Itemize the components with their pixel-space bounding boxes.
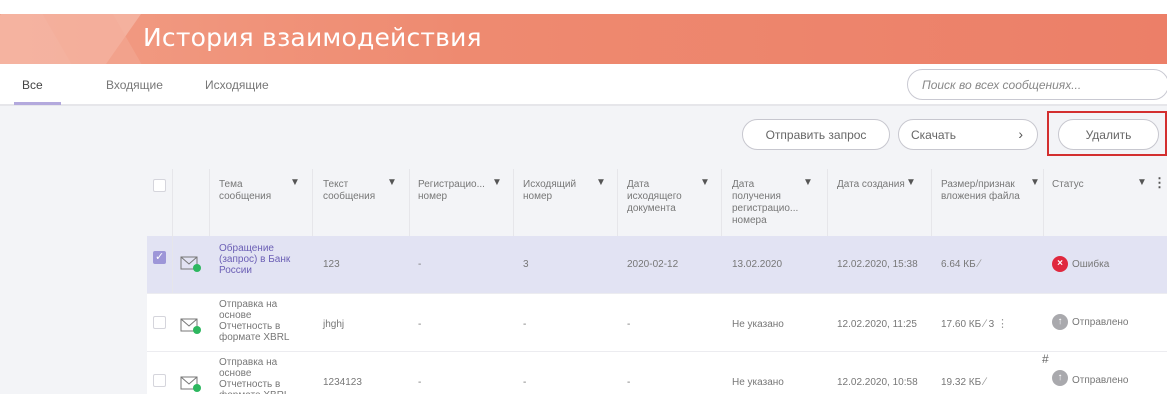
attachment-icon[interactable]: ∕ <box>984 376 986 388</box>
attachment-icon[interactable]: ∕ <box>978 258 980 270</box>
reg-number: - <box>418 259 422 270</box>
column-header-status: Статус <box>1052 179 1084 190</box>
message-subject[interactable]: Отправка на основе Отчетность в формате … <box>219 299 299 343</box>
page-title: История взаимодействия <box>143 23 482 52</box>
column-header-size: Размер/признак вложения файла <box>941 179 1020 202</box>
attachment-icon[interactable]: ∕ <box>984 318 986 330</box>
out-date: - <box>627 319 631 330</box>
delete-button[interactable]: Удалить <box>1058 119 1159 150</box>
sent-icon: ↑ <box>1052 314 1068 330</box>
reg-date: Не указано <box>732 377 784 388</box>
filter-icon[interactable]: ▼ <box>906 177 916 188</box>
envelope-icon <box>180 376 201 392</box>
filter-icon[interactable]: ▼ <box>290 177 300 188</box>
created-date: 12.02.2020, 11:25 <box>837 319 917 330</box>
message-text: 123 <box>323 259 340 270</box>
table-row[interactable]: Отправка на основе Отчетность в формате … <box>147 294 1167 352</box>
page-header: История взаимодействия <box>0 14 1167 64</box>
message-text: jhghj <box>323 319 345 330</box>
file-size: 19.32 КБ ∕ <box>941 376 986 389</box>
row-checkbox[interactable] <box>153 374 166 387</box>
out-number: - <box>523 319 527 330</box>
error-icon: × <box>1052 256 1068 272</box>
search-input[interactable] <box>907 69 1167 100</box>
status-text: Отправлено <box>1072 375 1129 386</box>
filter-icon[interactable]: ▼ <box>803 177 813 188</box>
table-row[interactable]: Отправка на основе Отчетность в формате … <box>147 352 1167 394</box>
out-date: - <box>627 377 631 388</box>
download-button[interactable]: Скачать › <box>898 119 1038 150</box>
filter-icon[interactable]: ▼ <box>492 177 502 188</box>
file-size-value: 19.32 КБ <box>941 377 982 388</box>
more-options-icon[interactable]: ⋮ <box>1153 175 1166 191</box>
envelope-icon <box>180 256 201 272</box>
row-checkbox[interactable] <box>153 316 166 329</box>
message-subject[interactable]: Отправка на основе Отчетность в формате … <box>219 357 299 394</box>
created-date: 12.02.2020, 15:38 <box>837 259 918 270</box>
column-header-out-date: Дата исходящего документа <box>627 179 682 214</box>
table-row[interactable]: Обращение (запрос) в Банк России 123 - 3… <box>147 236 1167 294</box>
out-date: 2020-02-12 <box>627 259 679 270</box>
tab-outgoing[interactable]: Исходящие <box>205 78 269 92</box>
file-size-value: 17.60 КБ <box>941 319 982 330</box>
cursor-marker: # <box>1042 352 1049 366</box>
select-all-checkbox[interactable] <box>153 179 166 192</box>
filter-icon[interactable]: ▼ <box>387 177 397 188</box>
column-header-reg-date: Дата получения регистрацио... номера <box>732 179 799 226</box>
out-number: - <box>523 377 527 388</box>
status-text: Ошибка <box>1072 259 1110 270</box>
reg-number: - <box>418 377 422 388</box>
filter-icon[interactable]: ▼ <box>700 177 710 188</box>
message-subject[interactable]: Обращение (запрос) в Банк России <box>219 243 304 276</box>
column-header-subject: Тема сообщения <box>219 179 272 202</box>
table-header: Тема сообщения ▼ Текст сообщения ▼ Регис… <box>147 169 1167 236</box>
status-text: Отправлено <box>1072 317 1129 328</box>
column-header-text: Текст сообщения <box>323 179 376 202</box>
filter-icon[interactable]: ▼ <box>1137 177 1147 188</box>
column-header-reg-number: Регистрацио... номер <box>418 179 485 202</box>
tree-icon[interactable]: ⋮ <box>997 318 1008 330</box>
send-request-button[interactable]: Отправить запрос <box>742 119 890 150</box>
active-tab-indicator <box>14 102 61 105</box>
chevron-right-icon: › <box>1018 126 1023 142</box>
filter-icon[interactable]: ▼ <box>1030 177 1040 188</box>
created-date: 12.02.2020, 10:58 <box>837 377 918 388</box>
reg-date: 13.02.2020 <box>732 259 783 270</box>
out-number: 3 <box>523 259 529 270</box>
tab-all[interactable]: Все <box>22 78 43 92</box>
envelope-icon <box>180 318 201 334</box>
message-text: 1234123 <box>323 377 362 388</box>
file-size: 17.60 КБ ∕ 3 ⋮ <box>941 318 1008 331</box>
reg-date: Не указано <box>732 319 784 330</box>
file-size: 6.64 КБ ∕ <box>941 258 980 271</box>
filter-icon[interactable]: ▼ <box>596 177 606 188</box>
column-header-out-number: Исходящий номер <box>523 179 577 202</box>
reg-number: - <box>418 319 422 330</box>
row-checkbox[interactable] <box>153 250 166 264</box>
sent-icon: ↑ <box>1052 370 1068 386</box>
attachment-count: 3 <box>988 319 995 330</box>
file-size-value: 6.64 КБ <box>941 259 976 270</box>
download-button-label: Скачать <box>911 128 956 142</box>
tab-incoming[interactable]: Входящие <box>106 78 163 92</box>
